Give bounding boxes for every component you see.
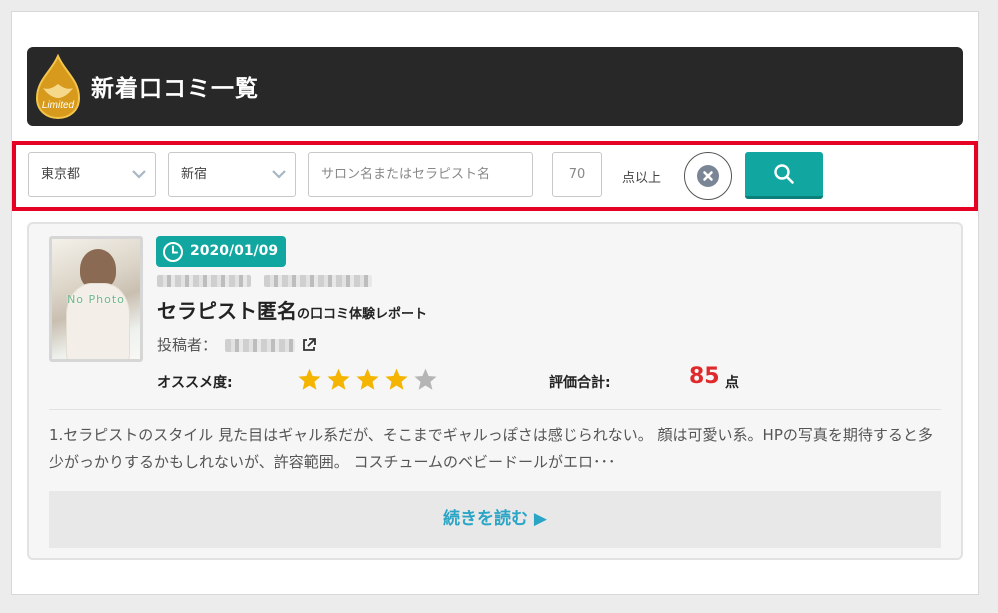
page-title: 新着口コミ一覧 (91, 76, 259, 102)
close-icon (703, 171, 713, 181)
poster-label: 投稿者： (157, 336, 218, 354)
review-card: No Photo 2020/01/09 セラピスト匿名の口コミ体験レポート 投稿… (27, 222, 963, 560)
review-title[interactable]: セラピスト匿名の口コミ体験レポート (157, 295, 427, 324)
rating-stars (297, 367, 442, 393)
total-score-label: 評価合計: (549, 375, 611, 391)
star-filled-icon (385, 368, 408, 390)
review-date-badge: 2020/01/09 (156, 236, 287, 267)
prefecture-select[interactable]: 東京都 (28, 152, 156, 197)
poster-name-blurred[interactable] (225, 339, 295, 352)
page-frame: Limited 新着口コミ一覧 東京都 新宿 サロン名またはセラピスト名 70 … (11, 11, 979, 595)
total-score-value: 85 (689, 364, 720, 389)
page-header: Limited 新着口コミ一覧 (27, 47, 963, 126)
clock-icon (163, 242, 183, 262)
star-filled-icon (327, 368, 350, 390)
star-filled-icon (356, 368, 379, 390)
search-icon (774, 164, 794, 184)
star-empty-icon (414, 368, 437, 390)
min-score-value: 70 (568, 167, 586, 182)
external-link-icon[interactable] (301, 337, 317, 353)
search-button[interactable] (745, 152, 823, 199)
clear-button[interactable] (684, 152, 732, 200)
star-filled-icon (298, 368, 321, 390)
read-more-button[interactable]: 続きを読む ▶ (49, 491, 941, 548)
chevron-down-icon (272, 170, 286, 179)
score-suffix-label: 点以上 (622, 171, 662, 186)
review-title-suffix: の口コミ体験レポート (297, 307, 428, 322)
review-excerpt: 1.セラピストのスタイル 見た目はギャル系だが、そこまでギャルっぽさは感じられな… (49, 426, 933, 471)
area-value: 新宿 (181, 167, 208, 182)
chevron-down-icon (132, 170, 146, 179)
salon-name-blurred (157, 275, 251, 287)
therapist-thumbnail[interactable]: No Photo (49, 236, 143, 362)
logo-text: Limited (42, 100, 75, 111)
poster-row: 投稿者： (157, 334, 217, 355)
area-select[interactable]: 新宿 (168, 152, 296, 197)
no-photo-label: No Photo (67, 293, 125, 306)
review-date: 2020/01/09 (190, 243, 279, 259)
divider (49, 409, 941, 410)
therapist-name: セラピスト匿名 (157, 299, 297, 323)
salon-area-blurred (264, 275, 372, 287)
total-score-unit: 点 (725, 375, 739, 391)
min-score-input[interactable]: 70 (552, 152, 602, 197)
keyword-placeholder: サロン名またはセラピスト名 (321, 167, 491, 182)
recommendation-label: オススメ度: (157, 375, 233, 391)
prefecture-value: 東京都 (41, 167, 81, 182)
search-bar: 東京都 新宿 サロン名またはセラピスト名 70 点以上 (12, 141, 978, 211)
keyword-input[interactable]: サロン名またはセラピスト名 (308, 152, 533, 197)
limited-logo: Limited (35, 54, 81, 120)
